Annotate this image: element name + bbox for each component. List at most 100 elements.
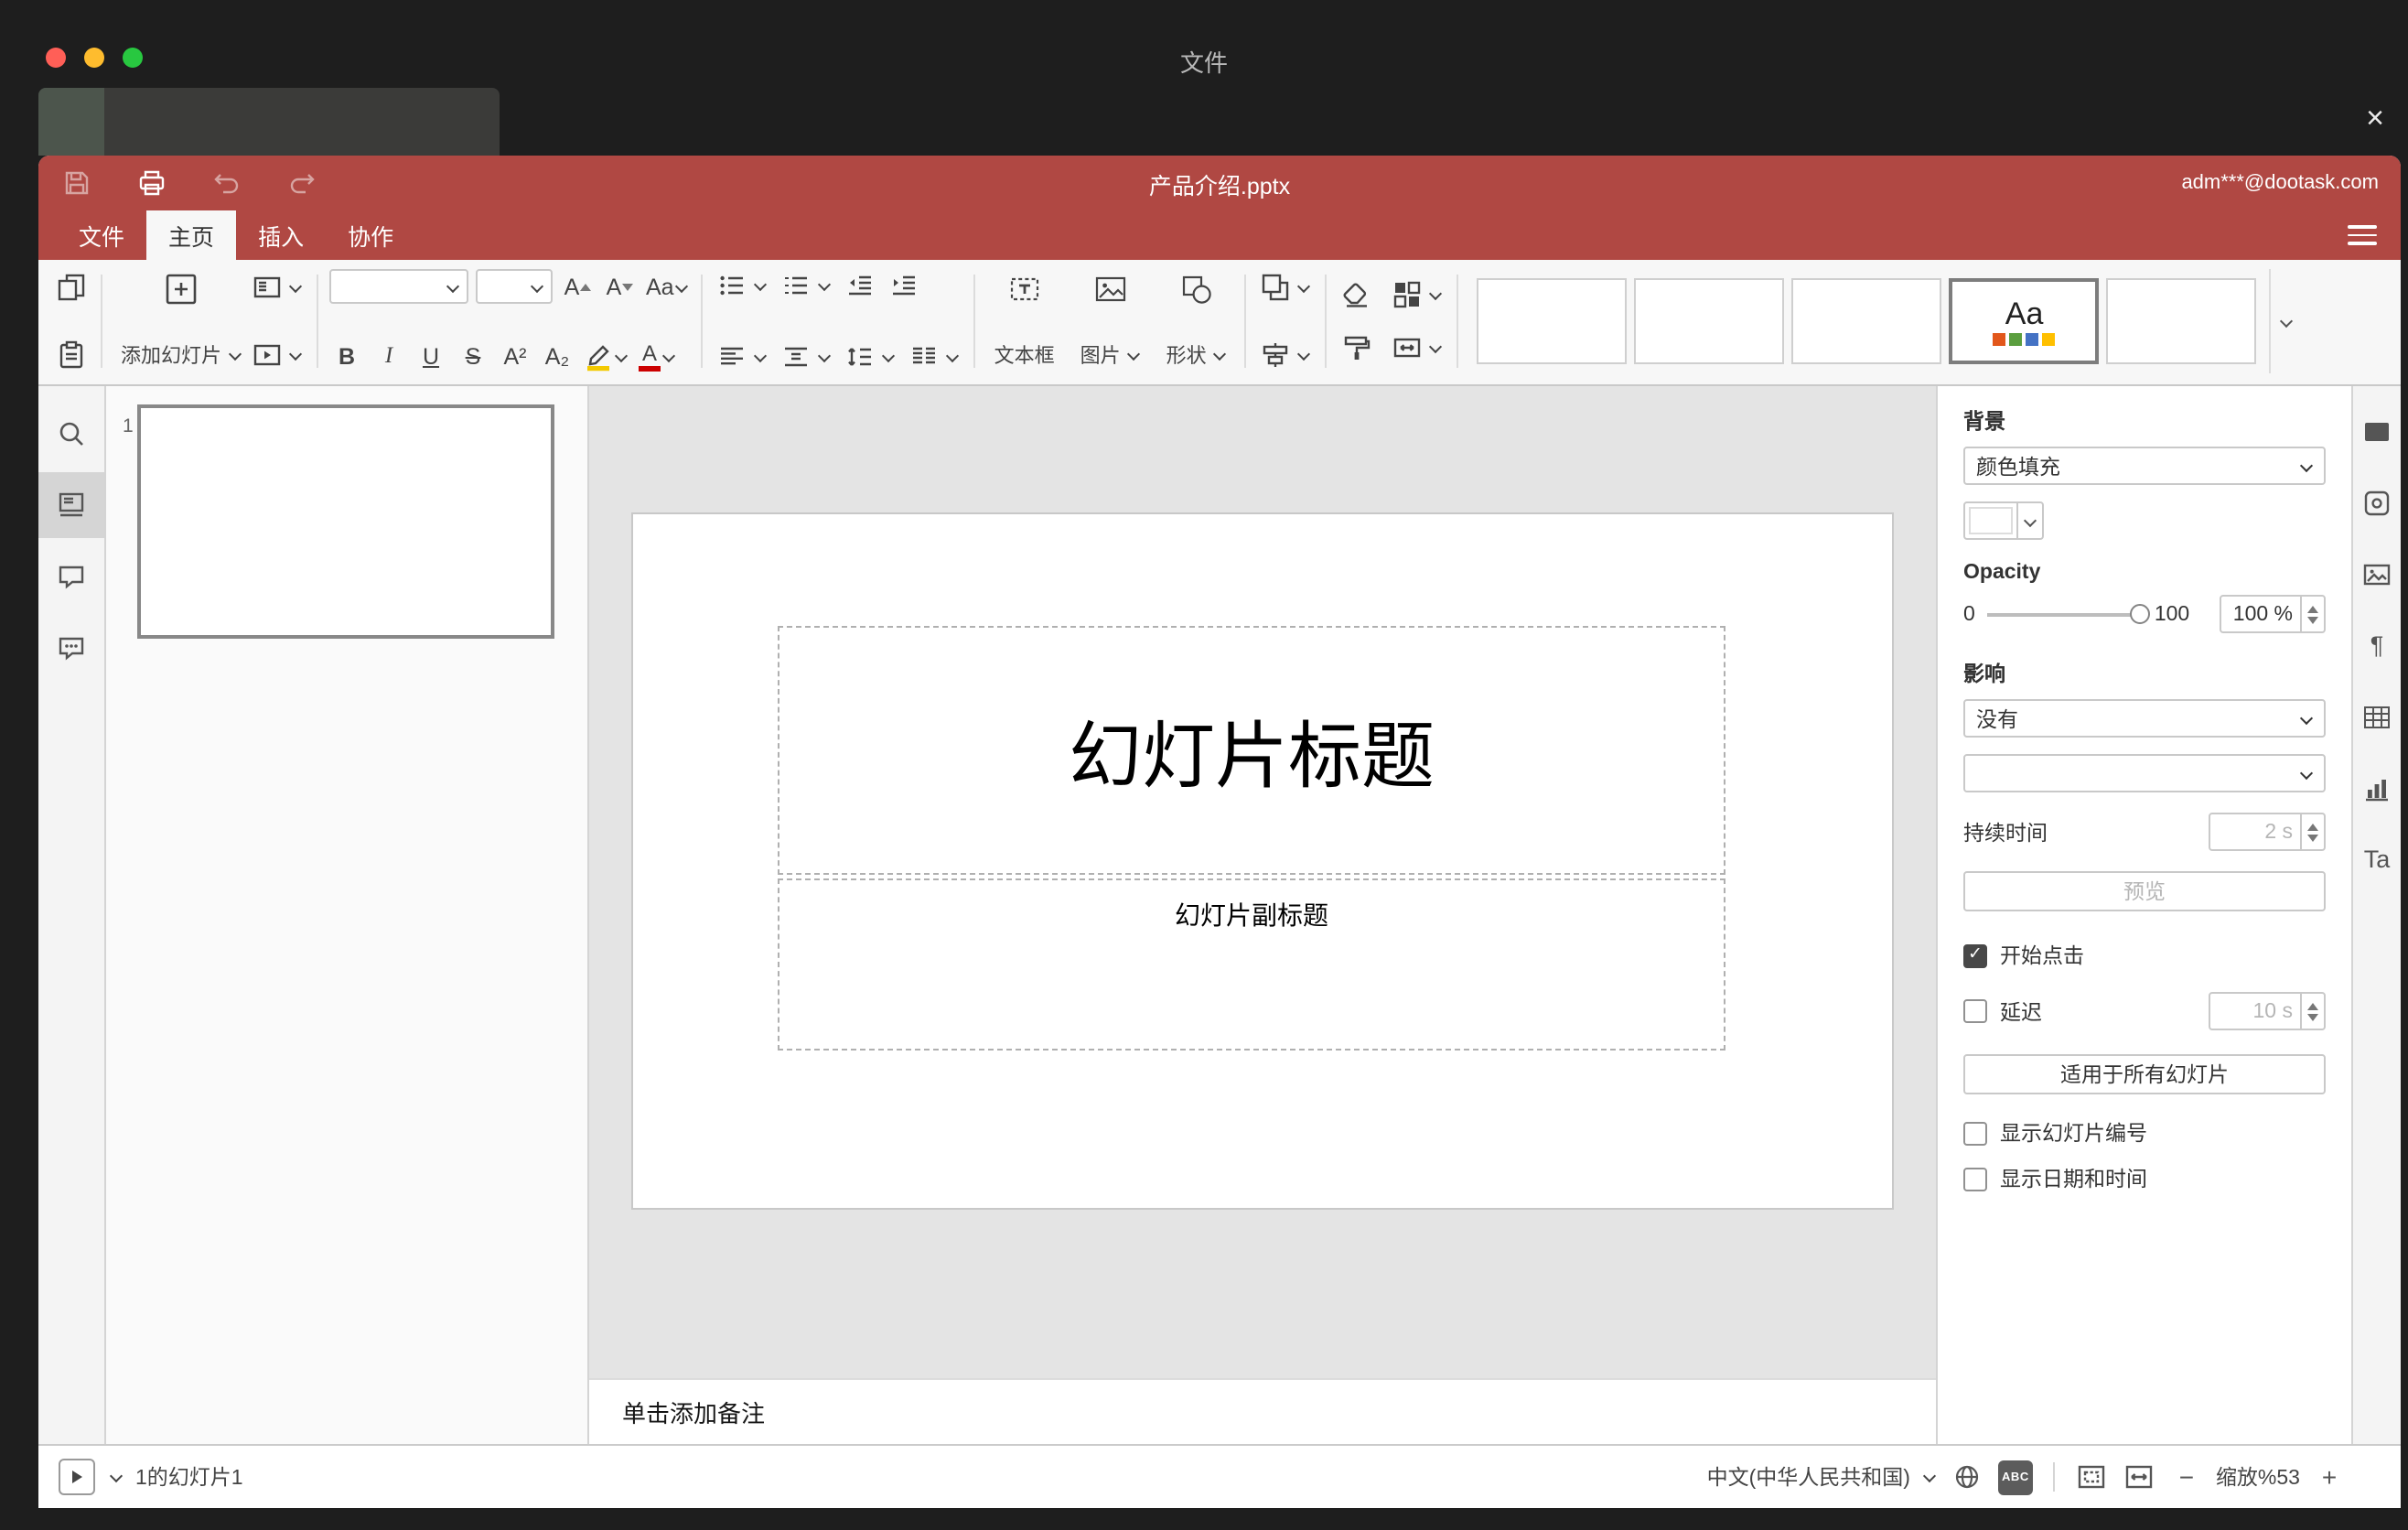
add-slide-button[interactable]: 添加幻灯片 bbox=[113, 269, 249, 373]
paste-button[interactable] bbox=[53, 339, 90, 372]
horizontal-align-button[interactable] bbox=[715, 340, 771, 373]
bullet-list-button[interactable] bbox=[715, 269, 771, 302]
slide-subtitle-placeholder[interactable]: 幻灯片副标题 bbox=[778, 878, 1725, 1051]
language-selector[interactable]: 中文(中华人民共和国) bbox=[1707, 1462, 1910, 1492]
columns-button[interactable] bbox=[907, 340, 963, 373]
notes-input[interactable]: 单击添加备注 bbox=[589, 1378, 1936, 1444]
opacity-spinner[interactable]: 100 % bbox=[2220, 595, 2326, 633]
slide-layout-button[interactable] bbox=[249, 271, 306, 304]
line-spacing-chevron-icon bbox=[881, 350, 896, 364]
insert-image-button[interactable]: 图片 bbox=[1073, 269, 1148, 373]
change-case-button[interactable]: Aa bbox=[644, 269, 691, 304]
preview-button[interactable]: 预览 bbox=[1963, 871, 2326, 911]
theme-thumbnail[interactable] bbox=[2106, 278, 2257, 364]
theme-thumbnail[interactable] bbox=[1634, 278, 1785, 364]
tab-home[interactable]: 主页 bbox=[146, 210, 237, 260]
theme-thumbnail[interactable] bbox=[1477, 278, 1628, 364]
feedback-panel-button[interactable] bbox=[38, 615, 104, 681]
close-icon[interactable]: × bbox=[2357, 101, 2393, 137]
insert-shape-button[interactable]: 形状 bbox=[1159, 269, 1234, 373]
bold-button[interactable]: B bbox=[329, 339, 364, 373]
delay-checkbox[interactable] bbox=[1963, 999, 1987, 1023]
paragraph-settings-tab[interactable]: ¶ bbox=[2358, 626, 2396, 664]
superscript-button[interactable]: A² bbox=[498, 339, 532, 373]
vertical-align-button[interactable] bbox=[779, 340, 835, 373]
decrease-indent-button[interactable] bbox=[843, 269, 879, 302]
slide[interactable]: 幻灯片标题 幻灯片副标题 bbox=[631, 512, 1894, 1210]
show-slide-number-checkbox[interactable] bbox=[1963, 1121, 1987, 1145]
subscript-button[interactable]: A₂ bbox=[540, 339, 575, 373]
duration-spinner-arrows[interactable] bbox=[2300, 814, 2324, 849]
apply-to-all-slides-button[interactable]: 适用于所有幻灯片 bbox=[1963, 1054, 2326, 1094]
slide-thumbnail[interactable] bbox=[137, 404, 554, 639]
background-color-button[interactable] bbox=[1963, 501, 2044, 540]
fit-to-width-button[interactable] bbox=[2123, 1460, 2157, 1494]
increase-indent-button[interactable] bbox=[887, 269, 923, 302]
transition-option-select[interactable] bbox=[1963, 754, 2326, 792]
align-shapes-button[interactable] bbox=[1258, 339, 1315, 372]
tab-insert[interactable]: 插入 bbox=[236, 210, 326, 260]
start-slideshow-statusbar-button[interactable] bbox=[59, 1459, 95, 1495]
theme-thumbnail[interactable] bbox=[1791, 278, 1942, 364]
show-date-time-checkbox[interactable] bbox=[1963, 1167, 1987, 1191]
color-scheme-button[interactable] bbox=[1390, 279, 1446, 312]
duration-spinner[interactable]: 2 s bbox=[2209, 813, 2326, 851]
transition-select[interactable]: 没有 bbox=[1963, 699, 2326, 738]
image-settings-tab[interactable] bbox=[2358, 555, 2396, 593]
opacity-slider[interactable] bbox=[1987, 603, 2151, 623]
start-on-click-checkbox[interactable]: ✓ bbox=[1963, 943, 1987, 967]
spellcheck-toggle[interactable]: ABC bbox=[1997, 1460, 2033, 1494]
transition-option-chevron-icon bbox=[2298, 766, 2313, 781]
background-fill-select[interactable]: 颜色填充 bbox=[1963, 447, 2326, 485]
tab-file[interactable]: 文件 bbox=[57, 210, 146, 260]
slide-settings-tab[interactable] bbox=[2358, 412, 2396, 450]
insert-textbox-button[interactable]: 文本框 bbox=[987, 269, 1062, 373]
language-chevron-icon[interactable] bbox=[1923, 1470, 1938, 1484]
highlight-chevron-icon bbox=[613, 349, 628, 363]
text-art-settings-tab[interactable]: Ta bbox=[2358, 840, 2396, 878]
decrease-font-button[interactable]: A bbox=[602, 269, 637, 304]
slideshow-options-chevron-icon[interactable] bbox=[108, 1470, 123, 1484]
opacity-spinner-arrows[interactable] bbox=[2300, 597, 2324, 631]
theme-thumbnail-selected[interactable]: Aa bbox=[1949, 278, 2100, 364]
comment-icon bbox=[59, 566, 84, 589]
font-name-select[interactable] bbox=[329, 269, 468, 304]
delay-spinner-arrows[interactable] bbox=[2300, 994, 2324, 1029]
opacity-slider-knob[interactable] bbox=[2130, 603, 2151, 623]
start-slideshow-button[interactable] bbox=[249, 339, 306, 372]
copy-button[interactable] bbox=[53, 271, 90, 304]
change-case-glyph: Aa bbox=[646, 274, 674, 299]
highlight-color-button[interactable] bbox=[582, 339, 629, 373]
set-document-language-button[interactable] bbox=[1951, 1460, 1985, 1494]
increase-font-button[interactable]: A bbox=[560, 269, 595, 304]
background-remnant bbox=[38, 88, 500, 156]
theme-gallery-chevron-icon bbox=[2280, 314, 2295, 329]
font-size-select[interactable] bbox=[476, 269, 553, 304]
delay-spinner[interactable]: 10 s bbox=[2209, 992, 2326, 1030]
chart-settings-tab[interactable] bbox=[2358, 769, 2396, 807]
clear-style-button[interactable] bbox=[1338, 279, 1375, 312]
comments-panel-button[interactable] bbox=[38, 544, 104, 609]
paste-icon bbox=[59, 340, 83, 369]
shape-settings-tab[interactable] bbox=[2358, 483, 2396, 522]
table-settings-tab[interactable] bbox=[2358, 697, 2396, 736]
line-spacing-button[interactable] bbox=[843, 340, 899, 373]
tab-collaboration[interactable]: 协作 bbox=[326, 210, 415, 260]
numbered-list-button[interactable] bbox=[779, 269, 835, 302]
zoom-out-button[interactable]: − bbox=[2170, 1462, 2203, 1492]
search-panel-button[interactable] bbox=[38, 401, 104, 467]
italic-button[interactable]: I bbox=[371, 339, 406, 373]
arrange-shapes-button[interactable] bbox=[1258, 271, 1315, 304]
theme-gallery-expand-button[interactable] bbox=[2269, 269, 2303, 373]
underline-button[interactable]: U bbox=[414, 339, 448, 373]
zoom-in-button[interactable]: + bbox=[2313, 1462, 2346, 1492]
slides-panel-button[interactable] bbox=[38, 472, 104, 538]
slide-title-placeholder[interactable]: 幻灯片标题 bbox=[778, 626, 1725, 875]
fit-to-slide-button[interactable] bbox=[2075, 1460, 2110, 1494]
slide-size-button[interactable] bbox=[1390, 331, 1446, 364]
copy-style-button[interactable] bbox=[1338, 331, 1375, 364]
hamburger-menu-icon[interactable] bbox=[2348, 225, 2377, 245]
menu-tab-bar: 文件 主页 插入 协作 bbox=[38, 210, 2401, 260]
strikeout-button[interactable]: S bbox=[456, 339, 490, 373]
font-color-button[interactable]: A bbox=[637, 339, 677, 373]
